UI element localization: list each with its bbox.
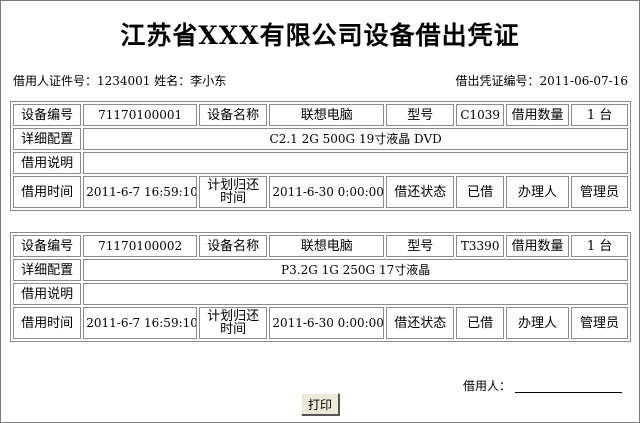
label-config: 详细配置 [13, 128, 82, 150]
label-model: 型号 [386, 235, 455, 257]
device-no-value: 71170100001 [83, 104, 198, 126]
label-device-name: 设备名称 [199, 104, 268, 126]
signature-line [515, 392, 622, 393]
label-borrow-time: 借用时间 [13, 307, 82, 339]
quantity-value: 1 台 [571, 104, 628, 126]
label-device-no: 设备编号 [13, 104, 82, 126]
voucher-number: 借出凭证编号：2011-06-07-16 [455, 74, 628, 88]
device-record-2: 设备编号 71170100002 设备名称 联想电脑 型号 T3390 借用数量… [10, 232, 631, 342]
model-value: T3390 [456, 235, 504, 257]
label-return-status: 借还状态 [386, 307, 455, 339]
planned-return-value: 2011-6-30 0:00:00 [269, 176, 385, 208]
label-config: 详细配置 [13, 259, 82, 281]
label-note: 借用说明 [13, 283, 82, 305]
device-record-1: 设备编号 71170100001 设备名称 联想电脑 型号 C1039 借用数量… [10, 101, 631, 211]
label-handler: 办理人 [505, 176, 570, 208]
window-frame [0, 0, 640, 423]
label-handler: 办理人 [505, 307, 570, 339]
borrow-time-value: 2011-6-7 16:59:10 [83, 307, 198, 339]
model-value: C1039 [456, 104, 504, 126]
page-title: 江苏省XXX有限公司设备借出凭证 [120, 21, 520, 50]
handler-value: 管理员 [571, 176, 628, 208]
borrower-signature-label: 借用人： [463, 379, 512, 393]
config-value: C2.1 2G 500G 19寸液晶 DVD [83, 128, 628, 150]
quantity-value: 1 台 [571, 235, 628, 257]
status-value: 已借 [456, 307, 504, 339]
device-no-value: 71170100002 [83, 235, 198, 257]
label-planned-return: 计划归还时间 [199, 307, 268, 339]
borrow-time-value: 2011-6-7 16:59:10 [83, 176, 198, 208]
label-model: 型号 [386, 104, 455, 126]
config-value: P3.2G 1G 250G 17寸液晶 [83, 259, 628, 281]
planned-return-value: 2011-6-30 0:00:00 [269, 307, 385, 339]
note-value [83, 152, 628, 174]
label-note: 借用说明 [13, 152, 82, 174]
label-quantity: 借用数量 [505, 104, 570, 126]
handler-value: 管理员 [571, 307, 628, 339]
print-button[interactable]: 打印 [301, 393, 339, 415]
device-name-value: 联想电脑 [269, 235, 385, 257]
device-name-value: 联想电脑 [269, 104, 385, 126]
label-quantity: 借用数量 [505, 235, 570, 257]
note-value [83, 283, 628, 305]
borrower-info: 借用人证件号：1234001 姓名：李小东 [13, 74, 227, 88]
label-planned-return: 计划归还时间 [199, 176, 268, 208]
label-borrow-time: 借用时间 [13, 176, 82, 208]
status-value: 已借 [456, 176, 504, 208]
label-device-name: 设备名称 [199, 235, 268, 257]
label-device-no: 设备编号 [13, 235, 82, 257]
label-return-status: 借还状态 [386, 176, 455, 208]
